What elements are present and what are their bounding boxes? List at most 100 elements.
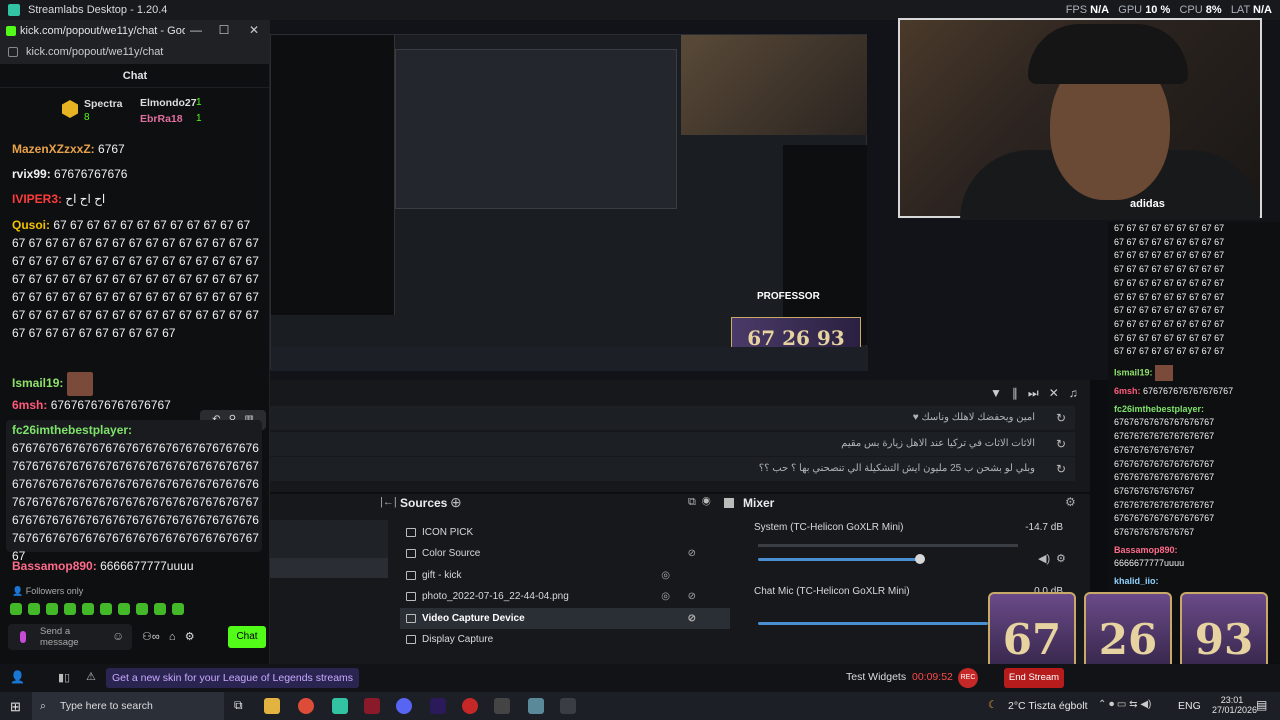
store-icon[interactable]: ⌂ bbox=[169, 631, 176, 643]
streamlabs-icon[interactable] bbox=[332, 698, 348, 714]
task-view-icon[interactable]: ⧉ bbox=[234, 698, 243, 713]
image-icon bbox=[406, 592, 416, 601]
tray-icons[interactable]: ⌃ ⏺ ▭ ⇆ ◀) bbox=[1098, 699, 1151, 710]
speaker-icon[interactable]: ◀) bbox=[1038, 552, 1050, 565]
end-stream-button[interactable]: End Stream bbox=[1004, 668, 1064, 688]
emote-icon[interactable] bbox=[100, 603, 112, 615]
app-icon[interactable] bbox=[560, 698, 576, 714]
nested-chat bbox=[271, 35, 395, 315]
emoji-icon[interactable]: ☺ bbox=[112, 629, 124, 643]
send-message-input[interactable]: Send a message ☺ bbox=[8, 624, 132, 650]
dock-divider[interactable] bbox=[270, 492, 1090, 494]
emote-icon[interactable] bbox=[10, 603, 22, 615]
overlay-chat-line: 67 67 67 67 67 67 67 67 67 bbox=[1114, 332, 1225, 343]
file-explorer-icon[interactable] bbox=[264, 698, 280, 714]
visibility-icon[interactable]: ⊘ bbox=[688, 608, 696, 629]
weather-text[interactable]: 2°C Tiszta égbolt bbox=[1008, 700, 1088, 712]
volume-fader-knob[interactable] bbox=[915, 554, 926, 564]
emote-icon[interactable] bbox=[172, 603, 184, 615]
alert-icon[interactable]: ⚠ bbox=[86, 670, 96, 683]
user-icon[interactable]: 👤 bbox=[10, 670, 25, 684]
notifications-icon[interactable]: ▤ bbox=[1256, 698, 1267, 712]
audio-icon[interactable]: ◉ bbox=[702, 496, 717, 508]
emote-icon[interactable] bbox=[64, 603, 76, 615]
riot-icon[interactable] bbox=[462, 698, 478, 714]
studio-mode-icon[interactable]: ⧉ bbox=[688, 496, 702, 508]
source-item-selected[interactable]: Video Capture Device ⊘ bbox=[400, 608, 730, 629]
emote-menu-icon[interactable]: ⚇∞ bbox=[142, 631, 160, 643]
visibility-icon[interactable]: ⊘ bbox=[688, 586, 696, 607]
overlay-chat-line: 6767676767676767 bbox=[1114, 485, 1195, 496]
valorant-icon[interactable] bbox=[364, 698, 380, 714]
scene-item-selected[interactable] bbox=[270, 558, 388, 578]
browser-source-icon bbox=[406, 571, 416, 580]
rec-button[interactable]: REC bbox=[958, 668, 978, 688]
add-source-icon[interactable]: ⊕ bbox=[450, 494, 462, 511]
source-item[interactable]: gift - kick ◎ bbox=[400, 565, 730, 586]
stats-icon[interactable]: ▮▯ bbox=[58, 671, 70, 684]
premiere-icon[interactable] bbox=[430, 698, 446, 714]
filter-icon[interactable]: ▼ bbox=[990, 386, 1012, 400]
emote-icon[interactable] bbox=[154, 603, 166, 615]
emote-icon[interactable] bbox=[118, 603, 130, 615]
replay-icon[interactable]: ↻ bbox=[1056, 437, 1066, 451]
mixer-settings-icon[interactable]: ⚙ bbox=[1065, 495, 1076, 509]
promo-banner[interactable]: Get a new skin for your League of Legend… bbox=[106, 668, 360, 688]
source-item[interactable]: photo_2022-07-16_22-44-04.png ◎ ⊘ bbox=[400, 586, 730, 607]
emote-icon[interactable] bbox=[82, 603, 94, 615]
volume-icon[interactable]: ♫ bbox=[1069, 386, 1088, 400]
rank-badge-icon bbox=[62, 100, 78, 118]
audio-source-icon[interactable]: ◎ bbox=[661, 586, 670, 607]
visibility-icon[interactable]: ⊘ bbox=[688, 543, 696, 564]
source-tools: ⧉◉ bbox=[688, 496, 717, 509]
test-widgets-button[interactable]: Test Widgets bbox=[846, 671, 906, 683]
top-gifter-1-count: 8 bbox=[84, 112, 90, 123]
source-item[interactable]: ICON PICK bbox=[400, 522, 730, 543]
taskbar-search[interactable]: ⌕ Type here to search bbox=[32, 692, 224, 720]
source-item[interactable]: Color Source ⊘ bbox=[400, 543, 730, 564]
replay-icon[interactable]: ↻ bbox=[1056, 462, 1066, 476]
replay-icon[interactable]: ↻ bbox=[1056, 411, 1066, 425]
chat-message: fc26imthebestplayer: 67676767676767676767… bbox=[12, 423, 259, 563]
top-gifter-3-count: 1 bbox=[196, 113, 202, 124]
collapse-icon[interactable]: |←| bbox=[380, 496, 397, 508]
nested-preview: PROFESSOR 67 26 93 bbox=[270, 34, 868, 371]
maximize-icon[interactable]: ☐ bbox=[214, 23, 234, 37]
skip-icon[interactable]: ⏭ bbox=[1028, 386, 1049, 400]
site-info-icon[interactable] bbox=[8, 47, 18, 57]
emote-icon[interactable] bbox=[136, 603, 148, 615]
clock[interactable]: 23:01 27/01/2026 bbox=[1212, 695, 1257, 715]
close-icon[interactable]: ✕ bbox=[244, 23, 264, 37]
channel-settings-icon[interactable]: ⚙ bbox=[1056, 552, 1066, 565]
overlay-chat-line: 67 67 67 67 67 67 67 67 67 bbox=[1114, 305, 1225, 316]
scenes-panel bbox=[270, 520, 388, 558]
overlay-chat-line: 67676767676767676767 bbox=[1114, 431, 1215, 442]
overlay-chat-line: 67 67 67 67 67 67 67 67 67 bbox=[1114, 346, 1225, 357]
emote-icon[interactable] bbox=[46, 603, 58, 615]
chat-message: rvix99: 67676767676 bbox=[12, 167, 128, 181]
browser-title: kick.com/popout/we11y/chat - Google Chr.… bbox=[20, 25, 185, 37]
app-icon[interactable] bbox=[528, 698, 544, 714]
app-icon[interactable] bbox=[494, 698, 510, 714]
volume-fader-fill[interactable] bbox=[758, 622, 988, 625]
settings-icon[interactable]: ⚙ bbox=[185, 631, 195, 643]
search-icon: ⌕ bbox=[40, 700, 46, 712]
chrome-icon[interactable] bbox=[298, 698, 314, 714]
windows-start-icon[interactable]: ⊞ bbox=[10, 699, 21, 715]
mute-alerts-icon[interactable]: ✕ bbox=[1049, 386, 1069, 400]
nested-taskbar bbox=[271, 347, 868, 371]
app-title: Streamlabs Desktop - 1.20.4 bbox=[28, 4, 168, 16]
emote-icon[interactable] bbox=[28, 603, 40, 615]
browser-window-header: kick.com/popout/we11y/chat - Google Chr.… bbox=[0, 20, 270, 64]
image-icon bbox=[406, 528, 416, 537]
audio-source-icon[interactable]: ◎ bbox=[661, 565, 670, 586]
address-bar[interactable]: kick.com/popout/we11y/chat bbox=[26, 46, 163, 58]
minimize-icon[interactable]: — bbox=[186, 23, 206, 37]
send-chat-button[interactable]: Chat bbox=[228, 626, 266, 648]
discord-icon[interactable] bbox=[396, 698, 412, 714]
language-indicator[interactable]: ENG bbox=[1178, 700, 1201, 712]
source-item[interactable]: Display Capture bbox=[400, 629, 730, 650]
overlay-chat-line: 67 67 67 67 67 67 67 67 67 bbox=[1114, 291, 1225, 302]
chat-message: IVIPER3: اح اح اح bbox=[12, 192, 106, 206]
pause-icon[interactable]: ∥ bbox=[1012, 386, 1028, 400]
